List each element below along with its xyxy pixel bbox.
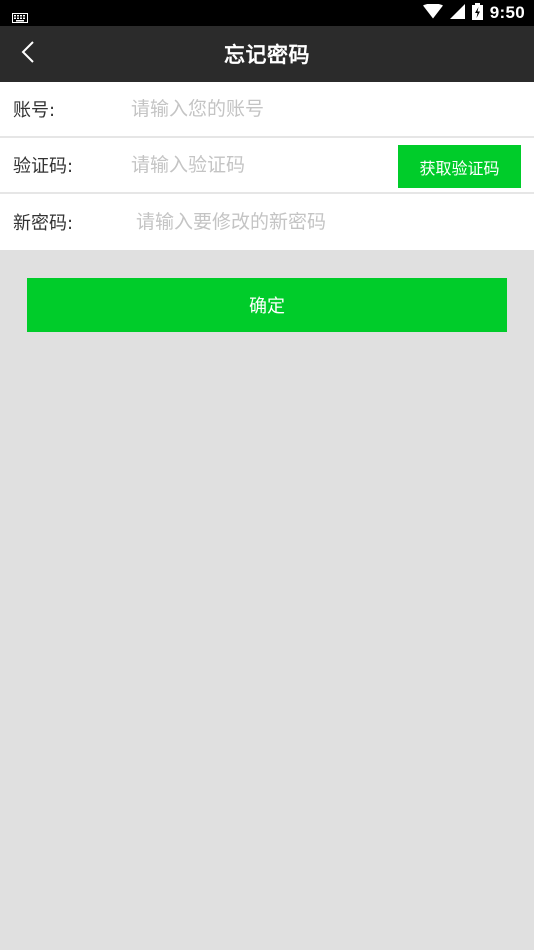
page-title: 忘记密码 [224, 43, 310, 67]
back-button[interactable] [8, 34, 48, 74]
wifi-icon [422, 2, 443, 23]
get-code-button[interactable]: 获取验证码 [398, 145, 521, 188]
verification-code-input[interactable] [131, 145, 386, 185]
chevron-left-icon [21, 40, 35, 68]
nav-bar: 忘记密码 [0, 26, 534, 82]
cellular-signal-icon [449, 3, 465, 23]
status-bar: 9:50 [0, 0, 534, 26]
keyboard-icon [12, 8, 28, 23]
status-right: 9:50 [422, 2, 525, 24]
account-label: 账号: [13, 100, 56, 121]
verification-code-label: 验证码: [13, 156, 74, 177]
account-row: 账号: [0, 82, 534, 138]
new-password-input[interactable] [136, 202, 516, 242]
forgot-password-form: 账号: 验证码: 获取验证码 新密码: [0, 82, 534, 250]
status-time: 9:50 [489, 3, 525, 22]
battery-charging-icon [471, 2, 483, 24]
confirm-button[interactable]: 确定 [27, 278, 507, 332]
verification-code-row: 验证码: 获取验证码 [0, 138, 534, 194]
status-left [12, 8, 28, 23]
new-password-label: 新密码: [13, 213, 74, 234]
account-input[interactable] [131, 89, 511, 129]
new-password-row: 新密码: [0, 194, 534, 250]
